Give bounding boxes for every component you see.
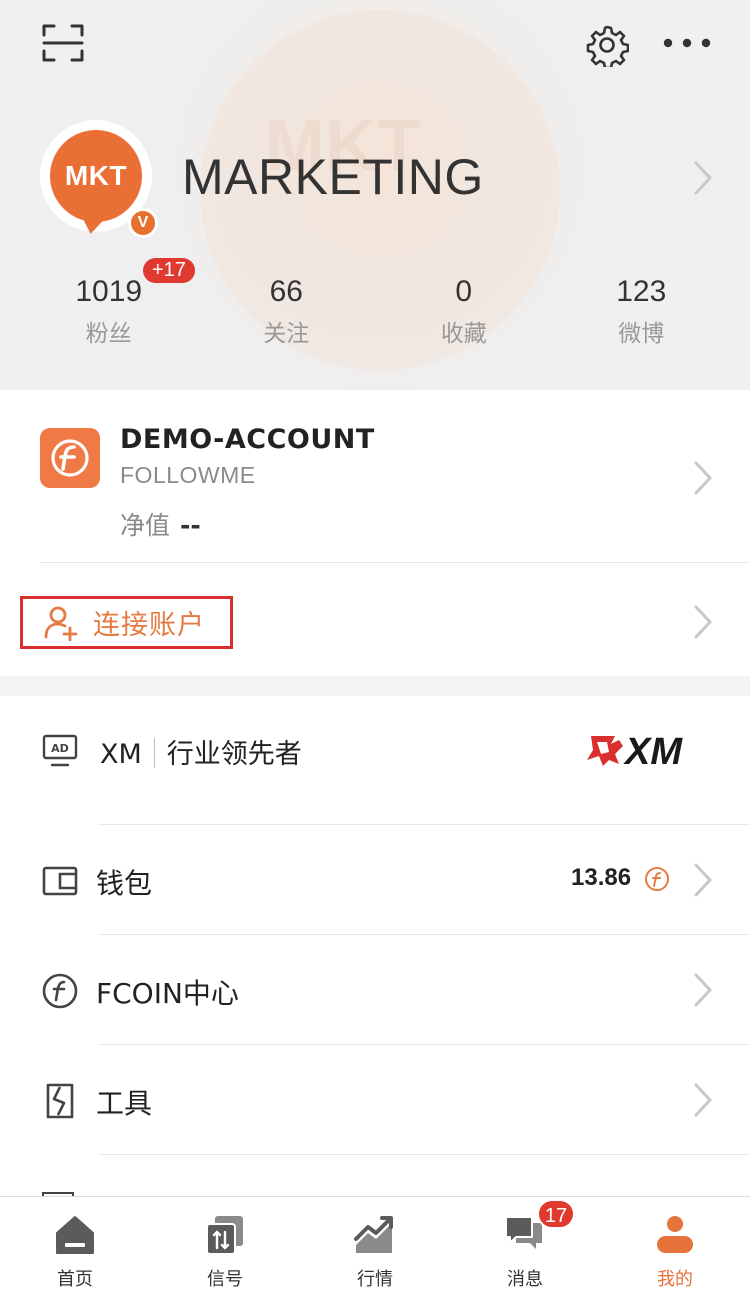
- tools-icon: [40, 1081, 80, 1121]
- connect-account-button[interactable]: 连接账户: [20, 596, 233, 649]
- bottom-tab-bar: 首页 信号 行情 消息 17 我的: [0, 1196, 750, 1294]
- wallet-icon: [40, 861, 80, 901]
- tab-me[interactable]: 我的: [600, 1197, 750, 1294]
- tab-label: 行情: [357, 1269, 393, 1290]
- stat-posts[interactable]: 123 微博: [553, 270, 731, 360]
- chevron-right-icon[interactable]: [688, 458, 718, 498]
- more-icon[interactable]: [660, 28, 714, 58]
- stat-label: 粉丝: [85, 321, 132, 347]
- account-card: DEMO-ACCOUNT FOLLOWME 净值 -- 连接账户: [0, 390, 750, 676]
- ad-slogan: 行业领先者: [166, 739, 302, 770]
- tab-messages[interactable]: 消息 17: [450, 1197, 600, 1294]
- stat-label: 关注: [263, 321, 310, 347]
- new-followers-badge: +17: [143, 258, 195, 283]
- chevron-right-icon[interactable]: [688, 1080, 718, 1120]
- equity-label: 净值: [120, 511, 171, 540]
- stat-label: 收藏: [440, 321, 487, 347]
- tab-signals[interactable]: 信号: [150, 1197, 300, 1294]
- home-icon: [53, 1213, 97, 1257]
- menu-item-fcoin-center[interactable]: FCOIN中心: [0, 936, 750, 1046]
- tab-label: 消息: [507, 1269, 543, 1290]
- fcoin-center-label: FCOIN中心: [96, 977, 239, 1010]
- account-broker: FOLLOWME: [120, 462, 256, 488]
- tab-label: 首页: [57, 1269, 93, 1290]
- account-name[interactable]: DEMO-ACCOUNT: [120, 424, 375, 455]
- scan-icon[interactable]: [38, 20, 88, 66]
- xm-logo: XM: [585, 730, 711, 773]
- stat-label: 微博: [618, 321, 665, 347]
- signals-icon: [203, 1213, 247, 1257]
- connect-account-label: 连接账户: [93, 610, 205, 641]
- menu-item-wallet[interactable]: 钱包 13.86: [0, 826, 750, 936]
- menu-list: AD XM 行业领先者 XM 钱包 13.86 FCOIN中心 工具: [0, 696, 750, 1216]
- tab-label: 我的: [657, 1269, 693, 1290]
- user-icon: [653, 1213, 697, 1257]
- tools-label: 工具: [96, 1087, 153, 1120]
- ad-brand: XM: [100, 739, 142, 770]
- divider: [98, 1154, 750, 1155]
- divider: [40, 562, 750, 563]
- stat-following[interactable]: 66 关注: [198, 270, 376, 360]
- svg-text:XM: XM: [623, 731, 683, 770]
- followme-logo-icon: [40, 428, 100, 488]
- messages-badge: 17: [537, 1199, 575, 1229]
- avatar-bubble: MKT: [50, 130, 142, 222]
- chevron-right-icon[interactable]: [688, 158, 718, 198]
- verified-badge: V: [128, 208, 158, 238]
- divider: [98, 934, 750, 935]
- fcoin-center-icon: [40, 971, 80, 1011]
- stat-followers[interactable]: 1019 粉丝 +17: [20, 258, 198, 360]
- profile-name[interactable]: MARKETING: [182, 148, 484, 206]
- menu-item-tools[interactable]: 工具: [0, 1046, 750, 1156]
- stat-value: 66: [269, 275, 303, 308]
- gear-icon[interactable]: [582, 20, 632, 70]
- account-equity: 净值 --: [120, 506, 201, 542]
- chevron-right-icon[interactable]: [688, 860, 718, 900]
- profile-stats: 1019 粉丝 +17 66 关注 0 收藏 123 微博: [20, 258, 731, 360]
- profile-header: MKT MKT V MARKETING 1019 粉丝 +17 66 关注 0 …: [0, 0, 750, 390]
- stat-value: 0: [455, 275, 473, 308]
- ad-banner-row[interactable]: AD XM 行业领先者 XM: [0, 696, 750, 806]
- stat-favorites[interactable]: 0 收藏: [375, 270, 553, 360]
- tab-market[interactable]: 行情: [300, 1197, 450, 1294]
- ad-separator: [153, 738, 155, 768]
- chevron-right-icon[interactable]: [688, 602, 718, 642]
- ad-title: XM 行业领先者: [100, 732, 302, 771]
- divider: [98, 824, 750, 825]
- stat-value: 123: [616, 275, 667, 308]
- fcoin-icon: [644, 866, 670, 896]
- add-user-icon: [43, 605, 79, 641]
- wallet-balance: 13.86: [571, 864, 632, 891]
- wallet-label: 钱包: [96, 867, 153, 900]
- equity-value: --: [180, 511, 201, 540]
- market-chart-icon: [353, 1213, 397, 1257]
- svg-text:AD: AD: [51, 742, 69, 755]
- avatar-text: MKT: [64, 160, 128, 191]
- tab-home[interactable]: 首页: [0, 1197, 150, 1294]
- divider: [98, 1044, 750, 1045]
- chevron-right-icon[interactable]: [688, 970, 718, 1010]
- ad-icon: AD: [40, 731, 80, 771]
- tab-label: 信号: [207, 1269, 243, 1290]
